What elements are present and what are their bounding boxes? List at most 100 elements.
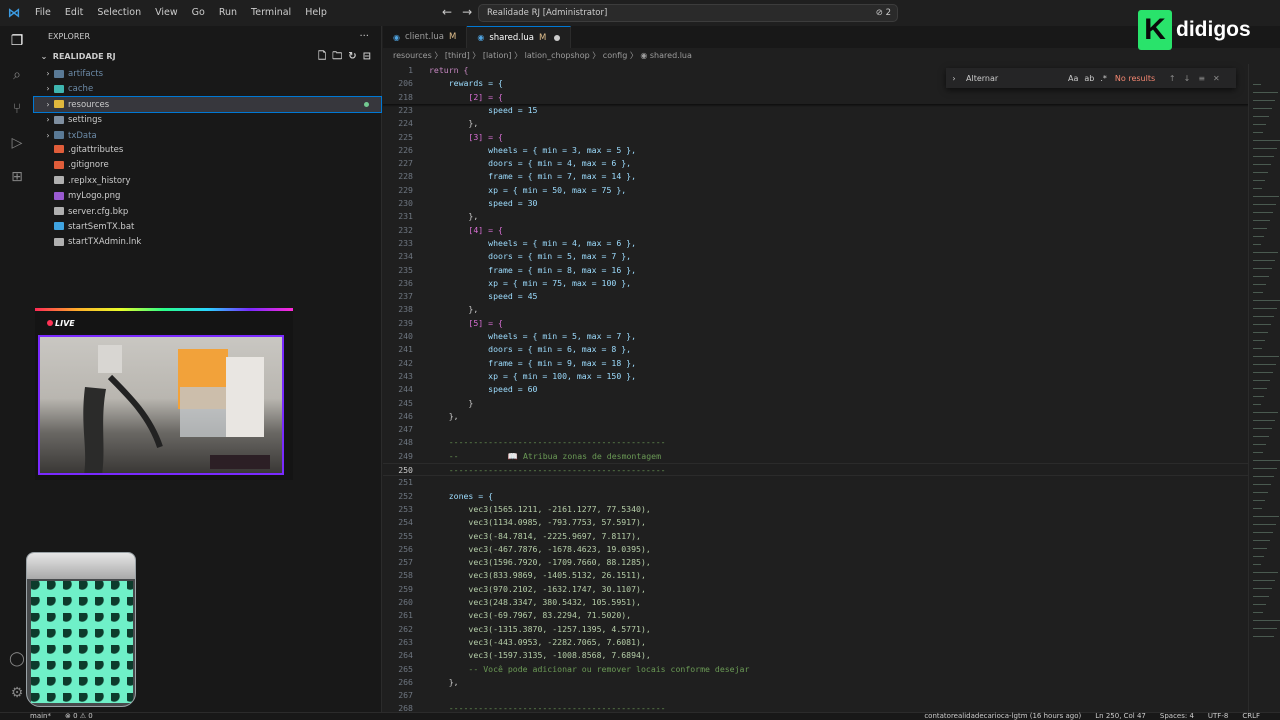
- run-debug-icon[interactable]: ▷: [6, 132, 28, 154]
- code-line[interactable]: 227 doors = { min = 4, max = 6 },: [383, 157, 1248, 170]
- code-line[interactable]: 237 speed = 45: [383, 290, 1248, 303]
- code-line[interactable]: 259 vec3(970.2102, -1632.1747, 30.1107),: [383, 583, 1248, 596]
- tree-item[interactable]: startTXAdmin.lnk: [34, 235, 381, 250]
- find-input[interactable]: Alternar: [962, 74, 1062, 83]
- code-line[interactable]: 260 vec3(248.3347, 380.5432, 105.5951),: [383, 596, 1248, 609]
- tree-item[interactable]: startSemTX.bat: [34, 220, 381, 235]
- indentation-status[interactable]: Spaces: 4: [1160, 712, 1194, 720]
- code-line[interactable]: 226 wheels = { min = 3, max = 5 },: [383, 144, 1248, 157]
- tree-item[interactable]: myLogo.png: [34, 189, 381, 204]
- code-line[interactable]: 245 }: [383, 397, 1248, 410]
- code-line[interactable]: 253 vec3(1565.1211, -2161.1277, 77.5340)…: [383, 503, 1248, 516]
- code-line[interactable]: 228 frame = { min = 7, max = 14 },: [383, 170, 1248, 183]
- code-line[interactable]: 262 vec3(-1315.3870, -1257.1395, 4.5771)…: [383, 623, 1248, 636]
- menu-file[interactable]: File: [28, 0, 58, 26]
- tree-item[interactable]: › txData: [34, 128, 381, 143]
- explorer-icon[interactable]: ❐: [6, 30, 28, 52]
- search-icon[interactable]: ⌕: [6, 64, 28, 86]
- menu-edit[interactable]: Edit: [58, 0, 90, 26]
- tree-item[interactable]: .gitignore: [34, 158, 381, 173]
- tree-item[interactable]: › resources: [33, 95, 382, 114]
- code-line[interactable]: 267: [383, 689, 1248, 702]
- account-icon[interactable]: ◯: [6, 648, 28, 670]
- code-line[interactable]: 230 speed = 30: [383, 197, 1248, 210]
- menu-selection[interactable]: Selection: [90, 0, 148, 26]
- code-line[interactable]: 235 frame = { min = 8, max = 16 },: [383, 264, 1248, 277]
- more-actions-icon[interactable]: ···: [359, 26, 369, 48]
- menu-terminal[interactable]: Terminal: [244, 0, 298, 26]
- code-line[interactable]: 218 [2] = {: [383, 91, 1248, 104]
- code-line[interactable]: 242 frame = { min = 9, max = 18 },: [383, 357, 1248, 370]
- source-control-icon[interactable]: ⑂: [6, 98, 28, 120]
- next-match-icon[interactable]: ↓: [1184, 74, 1191, 83]
- whole-word-icon[interactable]: ab: [1084, 74, 1094, 83]
- code-line[interactable]: 250 ------------------------------------…: [383, 463, 1248, 477]
- code-line[interactable]: 234 doors = { min = 5, max = 7 },: [383, 250, 1248, 263]
- tree-item[interactable]: .gitattributes: [34, 143, 381, 158]
- code-line[interactable]: 264 vec3(-1597.3135, -1008.8568, 7.6894)…: [383, 649, 1248, 662]
- code-line[interactable]: 249 -- 📖 Atribua zonas de desmontagem: [383, 450, 1248, 463]
- code-line[interactable]: 244 speed = 60: [383, 383, 1248, 396]
- menu-help[interactable]: Help: [298, 0, 334, 26]
- code-line[interactable]: 251: [383, 476, 1248, 489]
- back-arrow-icon[interactable]: ←: [442, 5, 452, 19]
- minimap[interactable]: [1248, 64, 1280, 712]
- forward-arrow-icon[interactable]: →: [462, 5, 472, 19]
- previous-match-icon[interactable]: ↑: [1169, 74, 1176, 83]
- code-line[interactable]: 254 vec3(1134.0985, -793.7753, 57.5917),: [383, 516, 1248, 529]
- tab-client-lua[interactable]: ◉ client.lua M: [383, 26, 468, 48]
- command-center[interactable]: Realidade RJ [Administrator] ⊘ 2: [478, 4, 898, 22]
- code-line[interactable]: 252 zones = {: [383, 490, 1248, 503]
- extensions-icon[interactable]: ⊞: [6, 166, 28, 188]
- code-line[interactable]: 231 },: [383, 210, 1248, 223]
- tree-item[interactable]: › artifacts: [34, 66, 381, 81]
- git-blame-status[interactable]: contatorealidadecarioca-lgtm (16 hours a…: [924, 712, 1081, 720]
- match-case-icon[interactable]: Aa: [1068, 74, 1078, 83]
- code-line[interactable]: 257 vec3(1596.7920, -1709.7660, 88.1285)…: [383, 556, 1248, 569]
- code-line[interactable]: 241 doors = { min = 6, max = 8 },: [383, 343, 1248, 356]
- new-file-icon[interactable]: 🗋: [318, 48, 326, 66]
- workspace-row[interactable]: ⌄ REALIDADE RJ 🗋 🗀 ↻ ⊟: [34, 48, 381, 66]
- code-line[interactable]: 256 vec3(-467.7876, -1678.4623, 19.0395)…: [383, 543, 1248, 556]
- code-line[interactable]: 232 [4] = {: [383, 224, 1248, 237]
- menu-view[interactable]: View: [148, 0, 185, 26]
- code-line[interactable]: 255 vec3(-84.7814, -2225.9697, 7.8117),: [383, 530, 1248, 543]
- close-icon[interactable]: ✕: [1213, 74, 1220, 83]
- code-line[interactable]: 265 -- Você pode adicionar ou remover lo…: [383, 663, 1248, 676]
- cursor-position[interactable]: Ln 250, Col 47: [1095, 712, 1146, 720]
- tab-shared-lua[interactable]: ◉ shared.lua M: [467, 26, 572, 48]
- refresh-icon[interactable]: ↻: [348, 48, 356, 66]
- problems-status[interactable]: ⊗ 0 ⚠ 0: [65, 712, 93, 720]
- code-line[interactable]: 266 },: [383, 676, 1248, 689]
- tree-item[interactable]: .replxx_history: [34, 174, 381, 189]
- code-line[interactable]: 246 },: [383, 410, 1248, 423]
- collapse-all-icon[interactable]: ⊟: [363, 48, 371, 66]
- tree-item[interactable]: › settings: [34, 112, 381, 127]
- encoding-status[interactable]: UTF-8: [1208, 712, 1228, 720]
- find-in-selection-icon[interactable]: ≡: [1198, 74, 1205, 83]
- eol-status[interactable]: CRLF: [1242, 712, 1260, 720]
- code-line[interactable]: 229 xp = { min = 50, max = 75 },: [383, 184, 1248, 197]
- code-line[interactable]: 239 [5] = {: [383, 317, 1248, 330]
- branch-status[interactable]: main*: [30, 712, 51, 720]
- code-line[interactable]: 223 speed = 15: [383, 104, 1248, 117]
- code-line[interactable]: 240 wheels = { min = 5, max = 7 },: [383, 330, 1248, 343]
- settings-gear-icon[interactable]: ⚙: [6, 682, 28, 704]
- code-line[interactable]: 233 wheels = { min = 4, max = 6 },: [383, 237, 1248, 250]
- unsaved-dot-icon[interactable]: [554, 34, 561, 41]
- code-editor[interactable]: 1 return {206 rewards = {218 [2] = {223 s…: [383, 64, 1248, 712]
- code-line[interactable]: 268 ------------------------------------…: [383, 702, 1248, 712]
- new-folder-icon[interactable]: 🗀: [332, 48, 342, 66]
- code-line[interactable]: 225 [3] = {: [383, 131, 1248, 144]
- toggle-replace-icon[interactable]: ›: [946, 74, 962, 83]
- code-line[interactable]: 258 vec3(833.9869, -1405.5132, 26.1511),: [383, 569, 1248, 582]
- copilot-badge[interactable]: ⊘ 2: [876, 5, 891, 21]
- code-line[interactable]: 224 },: [383, 117, 1248, 130]
- code-line[interactable]: 243 xp = { min = 100, max = 150 },: [383, 370, 1248, 383]
- menu-go[interactable]: Go: [185, 0, 212, 26]
- code-line[interactable]: 263 vec3(-443.0953, -2282.7065, 7.6081),: [383, 636, 1248, 649]
- code-line[interactable]: 236 xp = { min = 75, max = 100 },: [383, 277, 1248, 290]
- tree-item[interactable]: › cache: [34, 81, 381, 96]
- menu-run[interactable]: Run: [212, 0, 244, 26]
- code-line[interactable]: 238 },: [383, 303, 1248, 316]
